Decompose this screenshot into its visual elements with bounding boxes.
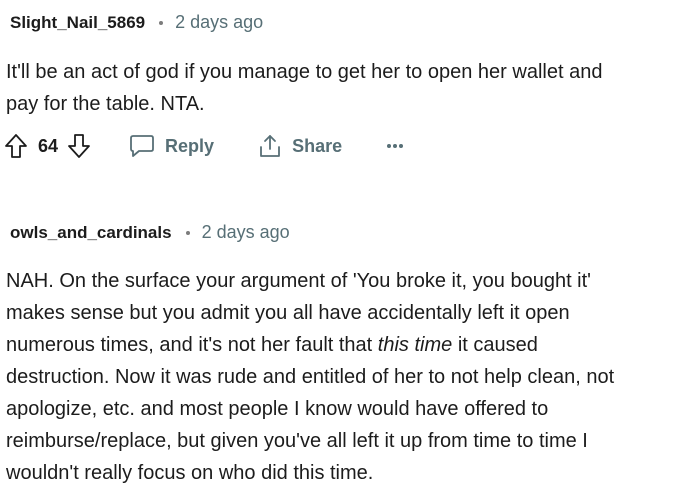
comment-body: NAH. On the surface your argument of 'Yo…	[6, 265, 700, 489]
vote-score: 64	[38, 135, 59, 156]
upvote-icon[interactable]	[4, 133, 28, 159]
comment-author[interactable]: Slight_Nail_5869	[10, 13, 145, 33]
comment-body-text: it caused destruction. Now it was rude a…	[6, 334, 615, 484]
comment-meta: owls_and_cardinals 2 days ago	[10, 222, 290, 243]
reply-label: Reply	[165, 135, 215, 156]
comment-timestamp[interactable]: 2 days ago	[175, 12, 263, 33]
meta-separator-dot	[185, 230, 190, 235]
meta-separator-dot	[159, 20, 164, 25]
comment-body-line: It'll be an act of god if you manage to …	[6, 61, 603, 83]
downvote-icon[interactable]	[67, 133, 91, 159]
comment-body: It'll be an act of god if you manage to …	[6, 56, 696, 120]
comment-action-bar: 64 Reply Share	[4, 128, 404, 164]
comment-body-line: pay for the table. NTA.	[6, 93, 205, 115]
comment-bubble-icon	[129, 134, 155, 158]
share-button[interactable]: Share	[258, 133, 342, 159]
share-icon	[258, 133, 282, 159]
comment-meta: Slight_Nail_5869 2 days ago	[10, 12, 263, 33]
comment-author[interactable]: owls_and_cardinals	[10, 223, 172, 243]
reply-button[interactable]: Reply	[129, 134, 214, 158]
share-label: Share	[292, 135, 343, 156]
more-options-button[interactable]	[386, 143, 404, 149]
comment-body-emphasis: this time	[377, 334, 453, 356]
comment-timestamp[interactable]: 2 days ago	[202, 222, 290, 243]
more-options-icon	[386, 143, 404, 149]
